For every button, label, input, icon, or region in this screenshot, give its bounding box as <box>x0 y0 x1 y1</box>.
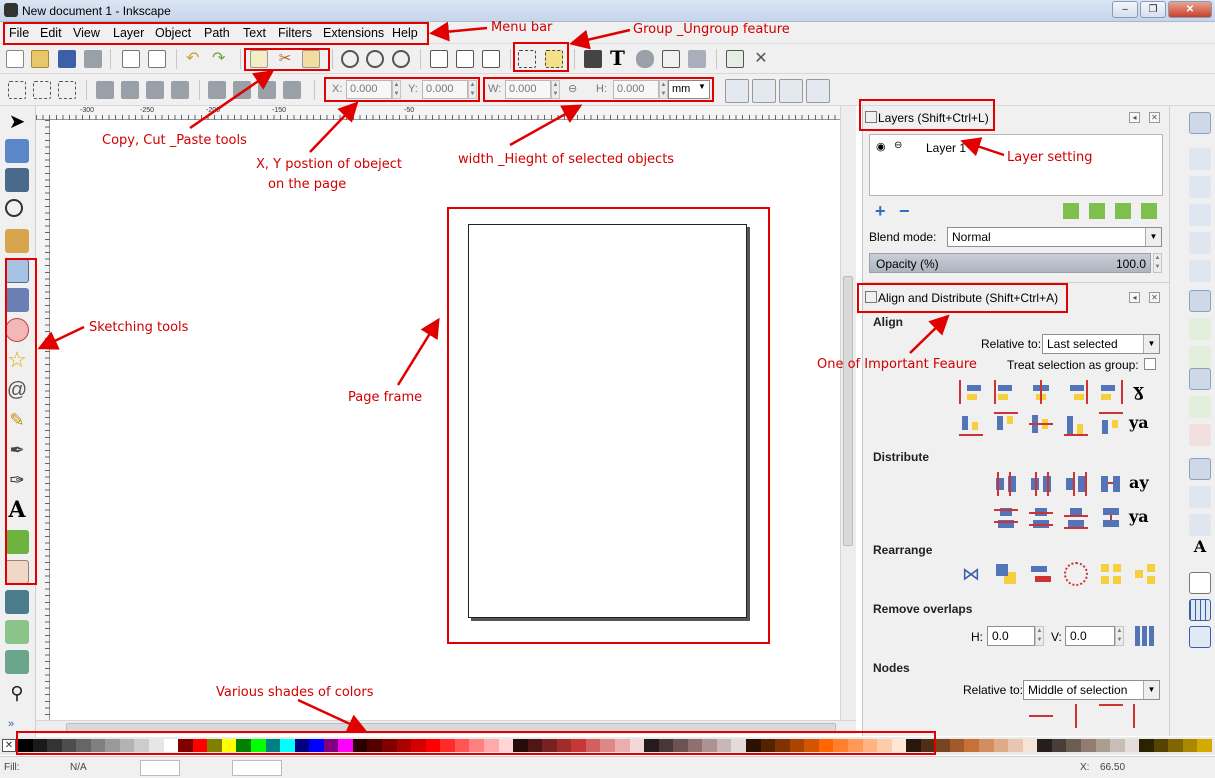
annotation-arrows <box>37 21 1005 733</box>
copy-paste-arrow <box>189 70 275 130</box>
colors-arrow <box>297 698 368 733</box>
menu-bar-arrow <box>429 21 488 42</box>
group-arrow <box>569 28 631 50</box>
sketching-arrow <box>37 325 85 350</box>
width-height-arrow <box>509 104 583 147</box>
xy-arrow <box>309 101 359 153</box>
important-arrow <box>909 314 950 354</box>
page-frame-arrow <box>396 317 440 386</box>
layer-setting-arrow <box>960 137 1005 157</box>
